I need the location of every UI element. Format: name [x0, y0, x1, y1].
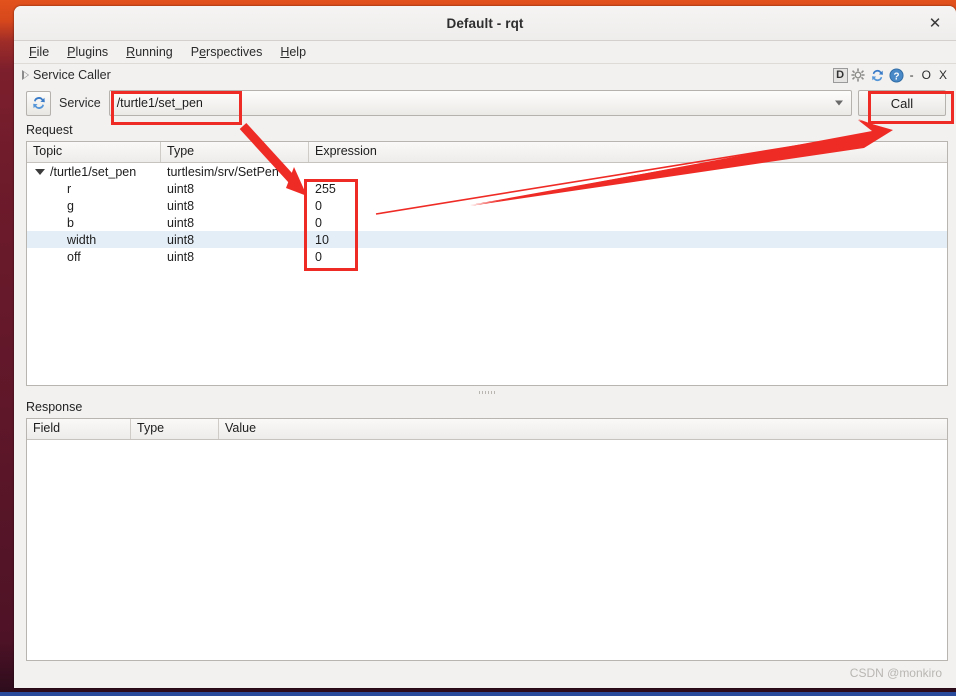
collapse-triangle-icon[interactable]: [22, 70, 29, 80]
cell-expression[interactable]: 0: [309, 250, 947, 264]
menu-perspectives[interactable]: Perspectives: [182, 43, 272, 61]
cell-type: uint8: [167, 215, 195, 230]
reload-icon[interactable]: [869, 67, 886, 84]
dock-close-button[interactable]: X: [936, 68, 950, 82]
cell-expression[interactable]: 10: [309, 233, 947, 247]
cell-expression[interactable]: 0: [309, 199, 947, 213]
gear-icon[interactable]: [850, 67, 867, 84]
dock-widget-tools: D ? - O X: [832, 64, 950, 86]
window-close-icon[interactable]: ✕: [924, 12, 946, 34]
request-table-body: /turtle1/set_pen turtlesim/srv/SetPen r uin…: [27, 163, 947, 265]
response-table: Field Type Value: [26, 418, 948, 661]
request-table: Topic Type Expression /turtle1/set_pen tu…: [26, 141, 948, 386]
dock-widget-title: Service Caller: [33, 68, 111, 82]
request-table-header: Topic Type Expression: [27, 142, 947, 163]
cell-topic-label: g: [67, 198, 74, 213]
dock-minimize-button[interactable]: -: [907, 68, 917, 82]
cell-topic-label: b: [67, 215, 74, 230]
table-row[interactable]: r uint8 255: [27, 180, 947, 197]
dock-float-button[interactable]: O: [919, 68, 934, 82]
cell-type: turtlesim/srv/SetPen: [167, 164, 279, 179]
service-caller-panel: Service /turtle1/set_pen Call Request To…: [20, 86, 952, 662]
desktop-bottom-accent: [0, 692, 956, 696]
cell-topic-label: /turtle1/set_pen: [50, 164, 137, 179]
cell-topic: /turtle1/set_pen: [27, 165, 161, 179]
request-section-label: Request: [26, 123, 73, 137]
cell-type: uint8: [167, 232, 195, 247]
menu-file[interactable]: File: [20, 43, 58, 61]
window-titlebar: Default - rqt ✕: [14, 6, 956, 41]
watermark-text: CSDN @monkiro: [849, 666, 942, 680]
response-column-field[interactable]: Field: [27, 419, 131, 439]
table-row[interactable]: width uint8 10: [27, 231, 947, 248]
cell-topic: r: [27, 182, 161, 196]
cell-type: uint8: [167, 249, 195, 264]
response-table-header: Field Type Value: [27, 419, 947, 440]
cell-type: uint8: [167, 198, 195, 213]
response-column-value[interactable]: Value: [219, 419, 947, 439]
service-combobox[interactable]: /turtle1/set_pen: [108, 90, 852, 116]
dock-undock-icon[interactable]: D: [832, 67, 848, 83]
table-row[interactable]: off uint8 0: [27, 248, 947, 265]
help-icon[interactable]: ?: [888, 67, 905, 84]
request-column-expression[interactable]: Expression: [309, 142, 947, 162]
cell-expression[interactable]: 0: [309, 216, 947, 230]
cell-topic: off: [27, 250, 161, 264]
request-column-type[interactable]: Type: [161, 142, 309, 162]
svg-text:?: ?: [893, 71, 899, 82]
cell-topic-label: off: [67, 249, 81, 264]
service-combobox-value: /turtle1/set_pen: [116, 96, 203, 110]
service-label: Service: [59, 96, 101, 110]
dock-widget-titlebar: Service Caller D ? - O X: [14, 64, 956, 86]
table-row[interactable]: b uint8 0: [27, 214, 947, 231]
response-column-type[interactable]: Type: [131, 419, 219, 439]
cell-topic: width: [27, 233, 161, 247]
cell-topic: b: [27, 216, 161, 230]
cell-type: uint8: [167, 181, 195, 196]
refresh-icon[interactable]: [26, 90, 51, 116]
cell-topic-label: width: [67, 232, 97, 247]
chevron-down-icon[interactable]: [835, 100, 843, 106]
menu-running[interactable]: Running: [117, 43, 182, 61]
cell-topic: g: [27, 199, 161, 213]
response-section-label: Response: [26, 400, 83, 414]
tree-expand-icon[interactable]: [35, 168, 45, 175]
panel-splitter[interactable]: [26, 388, 948, 397]
service-selector-row: Service /turtle1/set_pen Call: [20, 86, 952, 120]
cell-topic-label: r: [67, 181, 72, 196]
call-button[interactable]: Call: [858, 90, 946, 116]
cell-expression[interactable]: 255: [309, 182, 947, 196]
window-title: Default - rqt: [446, 15, 524, 31]
table-row[interactable]: g uint8 0: [27, 197, 947, 214]
menu-help[interactable]: Help: [271, 43, 315, 61]
menubar: File Plugins Running Perspectives Help: [14, 41, 956, 64]
rqt-window: Default - rqt ✕ File Plugins Running Per…: [14, 6, 956, 688]
menu-plugins[interactable]: Plugins: [58, 43, 117, 61]
request-column-topic[interactable]: Topic: [27, 142, 161, 162]
table-row[interactable]: /turtle1/set_pen turtlesim/srv/SetPen: [27, 163, 947, 180]
splitter-handle-dots: [479, 391, 495, 394]
